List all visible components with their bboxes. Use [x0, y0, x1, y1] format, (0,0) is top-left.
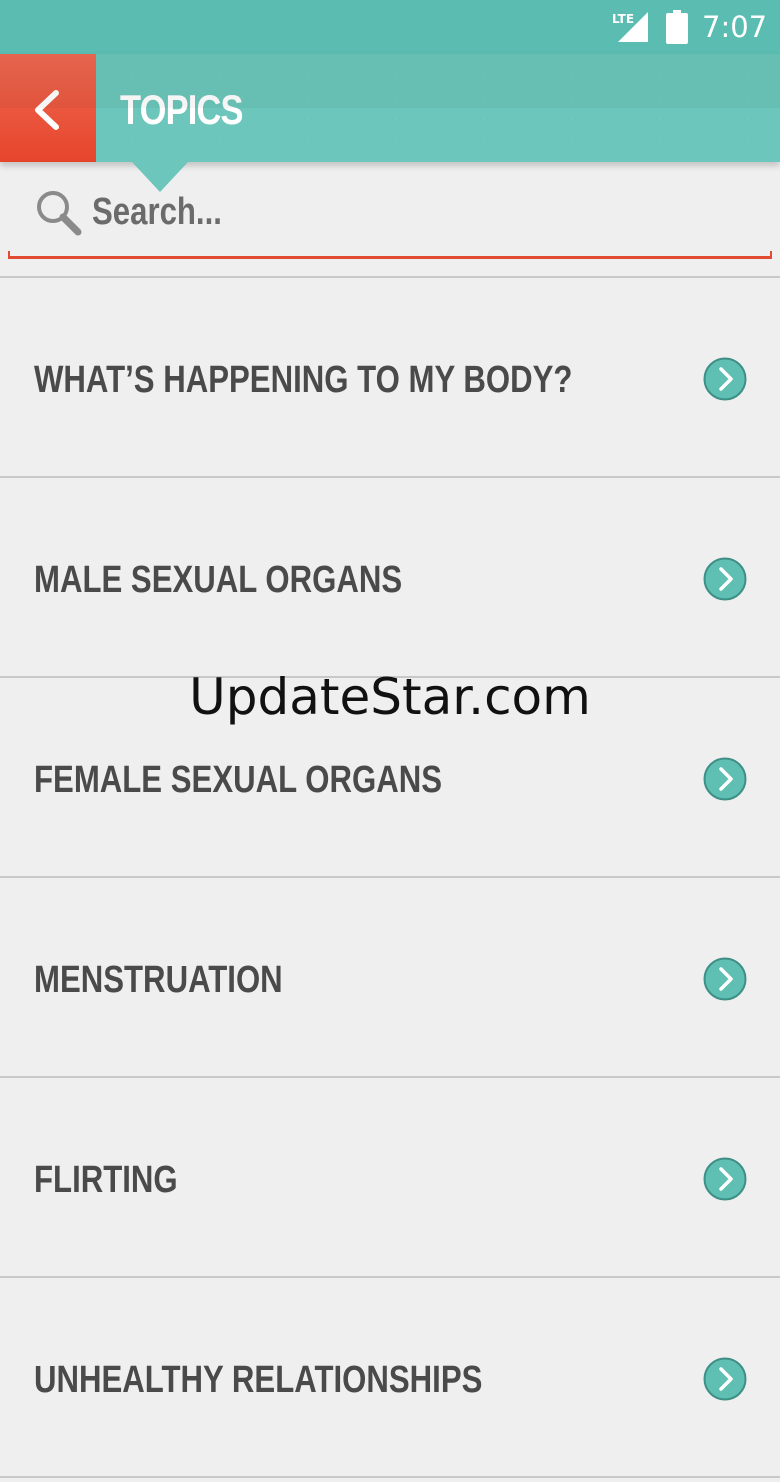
topic-item-menstruation[interactable]: MENSTRUATION	[0, 878, 780, 1078]
lte-signal-icon: LTE	[612, 10, 650, 44]
topic-label: FLIRTING	[34, 1159, 178, 1201]
topic-label: FEMALE SEXUAL ORGANS	[34, 759, 443, 801]
topic-list: WHAT’S HAPPENING TO MY BODY? MALE SEXUAL…	[0, 278, 780, 1478]
search-bar	[0, 168, 780, 276]
topic-label: UNHEALTHY RELATIONSHIPS	[34, 1359, 483, 1401]
app-bar-shade	[0, 54, 780, 108]
topic-item-whats-happening-to-my-body[interactable]: WHAT’S HAPPENING TO MY BODY?	[0, 278, 780, 478]
search-input[interactable]	[92, 190, 634, 234]
topic-item-female-sexual-organs[interactable]: FEMALE SEXUAL ORGANS	[0, 678, 780, 878]
status-bar: LTE 7:07	[0, 0, 780, 54]
chevron-right-circle-icon	[703, 357, 747, 401]
status-time: 7:07	[702, 10, 768, 44]
chevron-right-circle-icon	[703, 1357, 747, 1401]
search-icon	[37, 191, 82, 236]
topic-item-male-sexual-organs[interactable]: MALE SEXUAL ORGANS	[0, 478, 780, 678]
chevron-right-circle-icon	[703, 557, 747, 601]
topic-item-unhealthy-relationships[interactable]: UNHEALTHY RELATIONSHIPS	[0, 1278, 780, 1478]
chevron-right-circle-icon	[703, 1157, 747, 1201]
topic-label: MALE SEXUAL ORGANS	[34, 559, 403, 601]
topic-item-flirting[interactable]: FLIRTING	[0, 1078, 780, 1278]
network-type-label: LTE	[612, 12, 634, 26]
search-underline	[8, 251, 772, 259]
battery-icon	[666, 10, 688, 44]
topic-label: MENSTRUATION	[34, 959, 283, 1001]
chevron-right-circle-icon	[703, 757, 747, 801]
chevron-right-circle-icon	[703, 957, 747, 1001]
topic-label: WHAT’S HAPPENING TO MY BODY?	[34, 359, 573, 401]
